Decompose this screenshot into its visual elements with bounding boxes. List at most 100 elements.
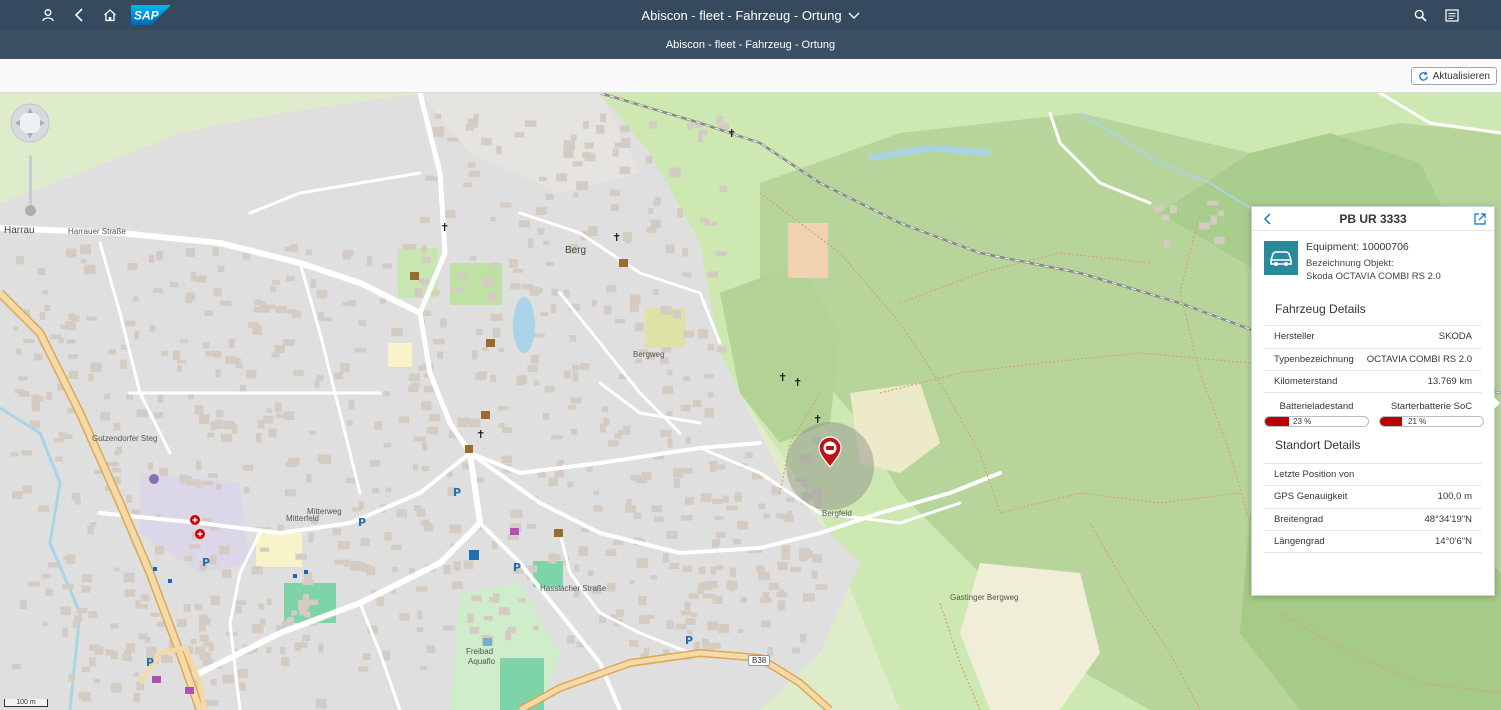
building	[551, 435, 563, 440]
building	[662, 385, 674, 395]
popup-pointer	[1494, 397, 1500, 409]
building	[303, 594, 309, 600]
building	[698, 566, 706, 575]
building	[716, 532, 726, 538]
notifications-icon[interactable]	[1439, 0, 1465, 30]
building	[443, 565, 451, 575]
building	[60, 606, 71, 616]
building	[469, 256, 477, 261]
refresh-button[interactable]: Aktualisieren	[1410, 67, 1497, 85]
building	[198, 624, 207, 632]
external-link-icon[interactable]	[1472, 211, 1488, 227]
building	[382, 263, 392, 269]
building	[270, 304, 276, 310]
building	[268, 428, 277, 438]
shell-title[interactable]: Abiscon - fleet - Fahrzeug - Ortung	[0, 0, 1501, 30]
building	[633, 512, 642, 520]
building	[488, 292, 498, 302]
detail-value: 14°0'6"N	[1435, 535, 1472, 547]
starter-battery-label: Starterbatterie SoC	[1390, 400, 1473, 412]
building	[372, 487, 380, 493]
building	[518, 598, 526, 603]
building	[533, 333, 545, 338]
building	[420, 666, 428, 671]
svg-text:✝: ✝	[778, 371, 787, 384]
building	[626, 498, 632, 506]
building	[417, 610, 423, 620]
building	[591, 300, 597, 307]
building	[618, 429, 630, 436]
building	[609, 189, 621, 196]
building	[127, 263, 138, 270]
building	[625, 504, 636, 513]
building	[88, 373, 94, 382]
building	[535, 206, 547, 215]
building	[758, 503, 766, 509]
building	[697, 328, 708, 339]
building	[210, 421, 216, 430]
building	[15, 255, 24, 265]
building	[501, 455, 513, 464]
building	[362, 653, 371, 661]
building	[638, 596, 647, 606]
building	[420, 216, 431, 224]
building	[108, 348, 117, 355]
zoom-slider-handle[interactable]	[25, 205, 36, 216]
building	[811, 570, 818, 580]
building	[302, 635, 311, 642]
building	[113, 422, 121, 431]
building	[383, 391, 390, 397]
svg-text:✝: ✝	[813, 413, 822, 426]
chevron-down-icon[interactable]	[848, 8, 860, 23]
building	[414, 288, 423, 298]
building	[42, 621, 48, 627]
svg-text:✝: ✝	[440, 221, 449, 234]
building	[652, 289, 659, 295]
building	[799, 547, 810, 558]
building	[451, 288, 463, 293]
map-pan-control[interactable]	[10, 103, 50, 143]
building	[310, 278, 316, 289]
building	[533, 380, 540, 386]
search-icon[interactable]	[1407, 0, 1433, 30]
building	[78, 691, 89, 700]
building	[524, 120, 537, 127]
svg-text:✝: ✝	[727, 127, 736, 140]
building	[584, 152, 591, 162]
building	[266, 598, 272, 606]
battery-charge-label: Batterieladestand	[1279, 400, 1354, 412]
building	[416, 627, 424, 633]
building	[675, 623, 687, 630]
building	[707, 392, 714, 398]
building	[641, 471, 652, 480]
building	[712, 498, 723, 505]
building	[286, 309, 297, 315]
starter-battery-value: 21 %	[1408, 416, 1427, 426]
building	[415, 586, 428, 592]
detail-row-last-position: Letzte Position von	[1264, 462, 1482, 486]
building	[569, 335, 576, 342]
building	[254, 306, 263, 313]
building	[463, 182, 472, 188]
building	[582, 121, 589, 129]
building	[177, 359, 187, 364]
building	[660, 429, 672, 437]
svg-text:✝: ✝	[612, 231, 621, 244]
building	[348, 399, 355, 410]
building	[202, 341, 210, 349]
back-icon[interactable]	[1260, 211, 1276, 227]
building	[124, 650, 132, 658]
map-label-gastinger-bergweg: Gastinger Bergweg	[950, 593, 1019, 602]
building	[150, 612, 160, 617]
building	[286, 275, 295, 282]
map-label-hasslacher-strasse: Hasslacher Straße	[540, 584, 607, 593]
detail-label: GPS Genauigkeit	[1274, 491, 1348, 503]
building	[212, 247, 219, 256]
building	[481, 137, 492, 146]
building	[507, 626, 517, 634]
object-header: Equipment: 10000706 Bezeichnung Objekt: …	[1252, 231, 1494, 293]
building	[682, 565, 692, 573]
building	[586, 466, 593, 472]
building	[369, 460, 381, 467]
building	[526, 523, 537, 529]
